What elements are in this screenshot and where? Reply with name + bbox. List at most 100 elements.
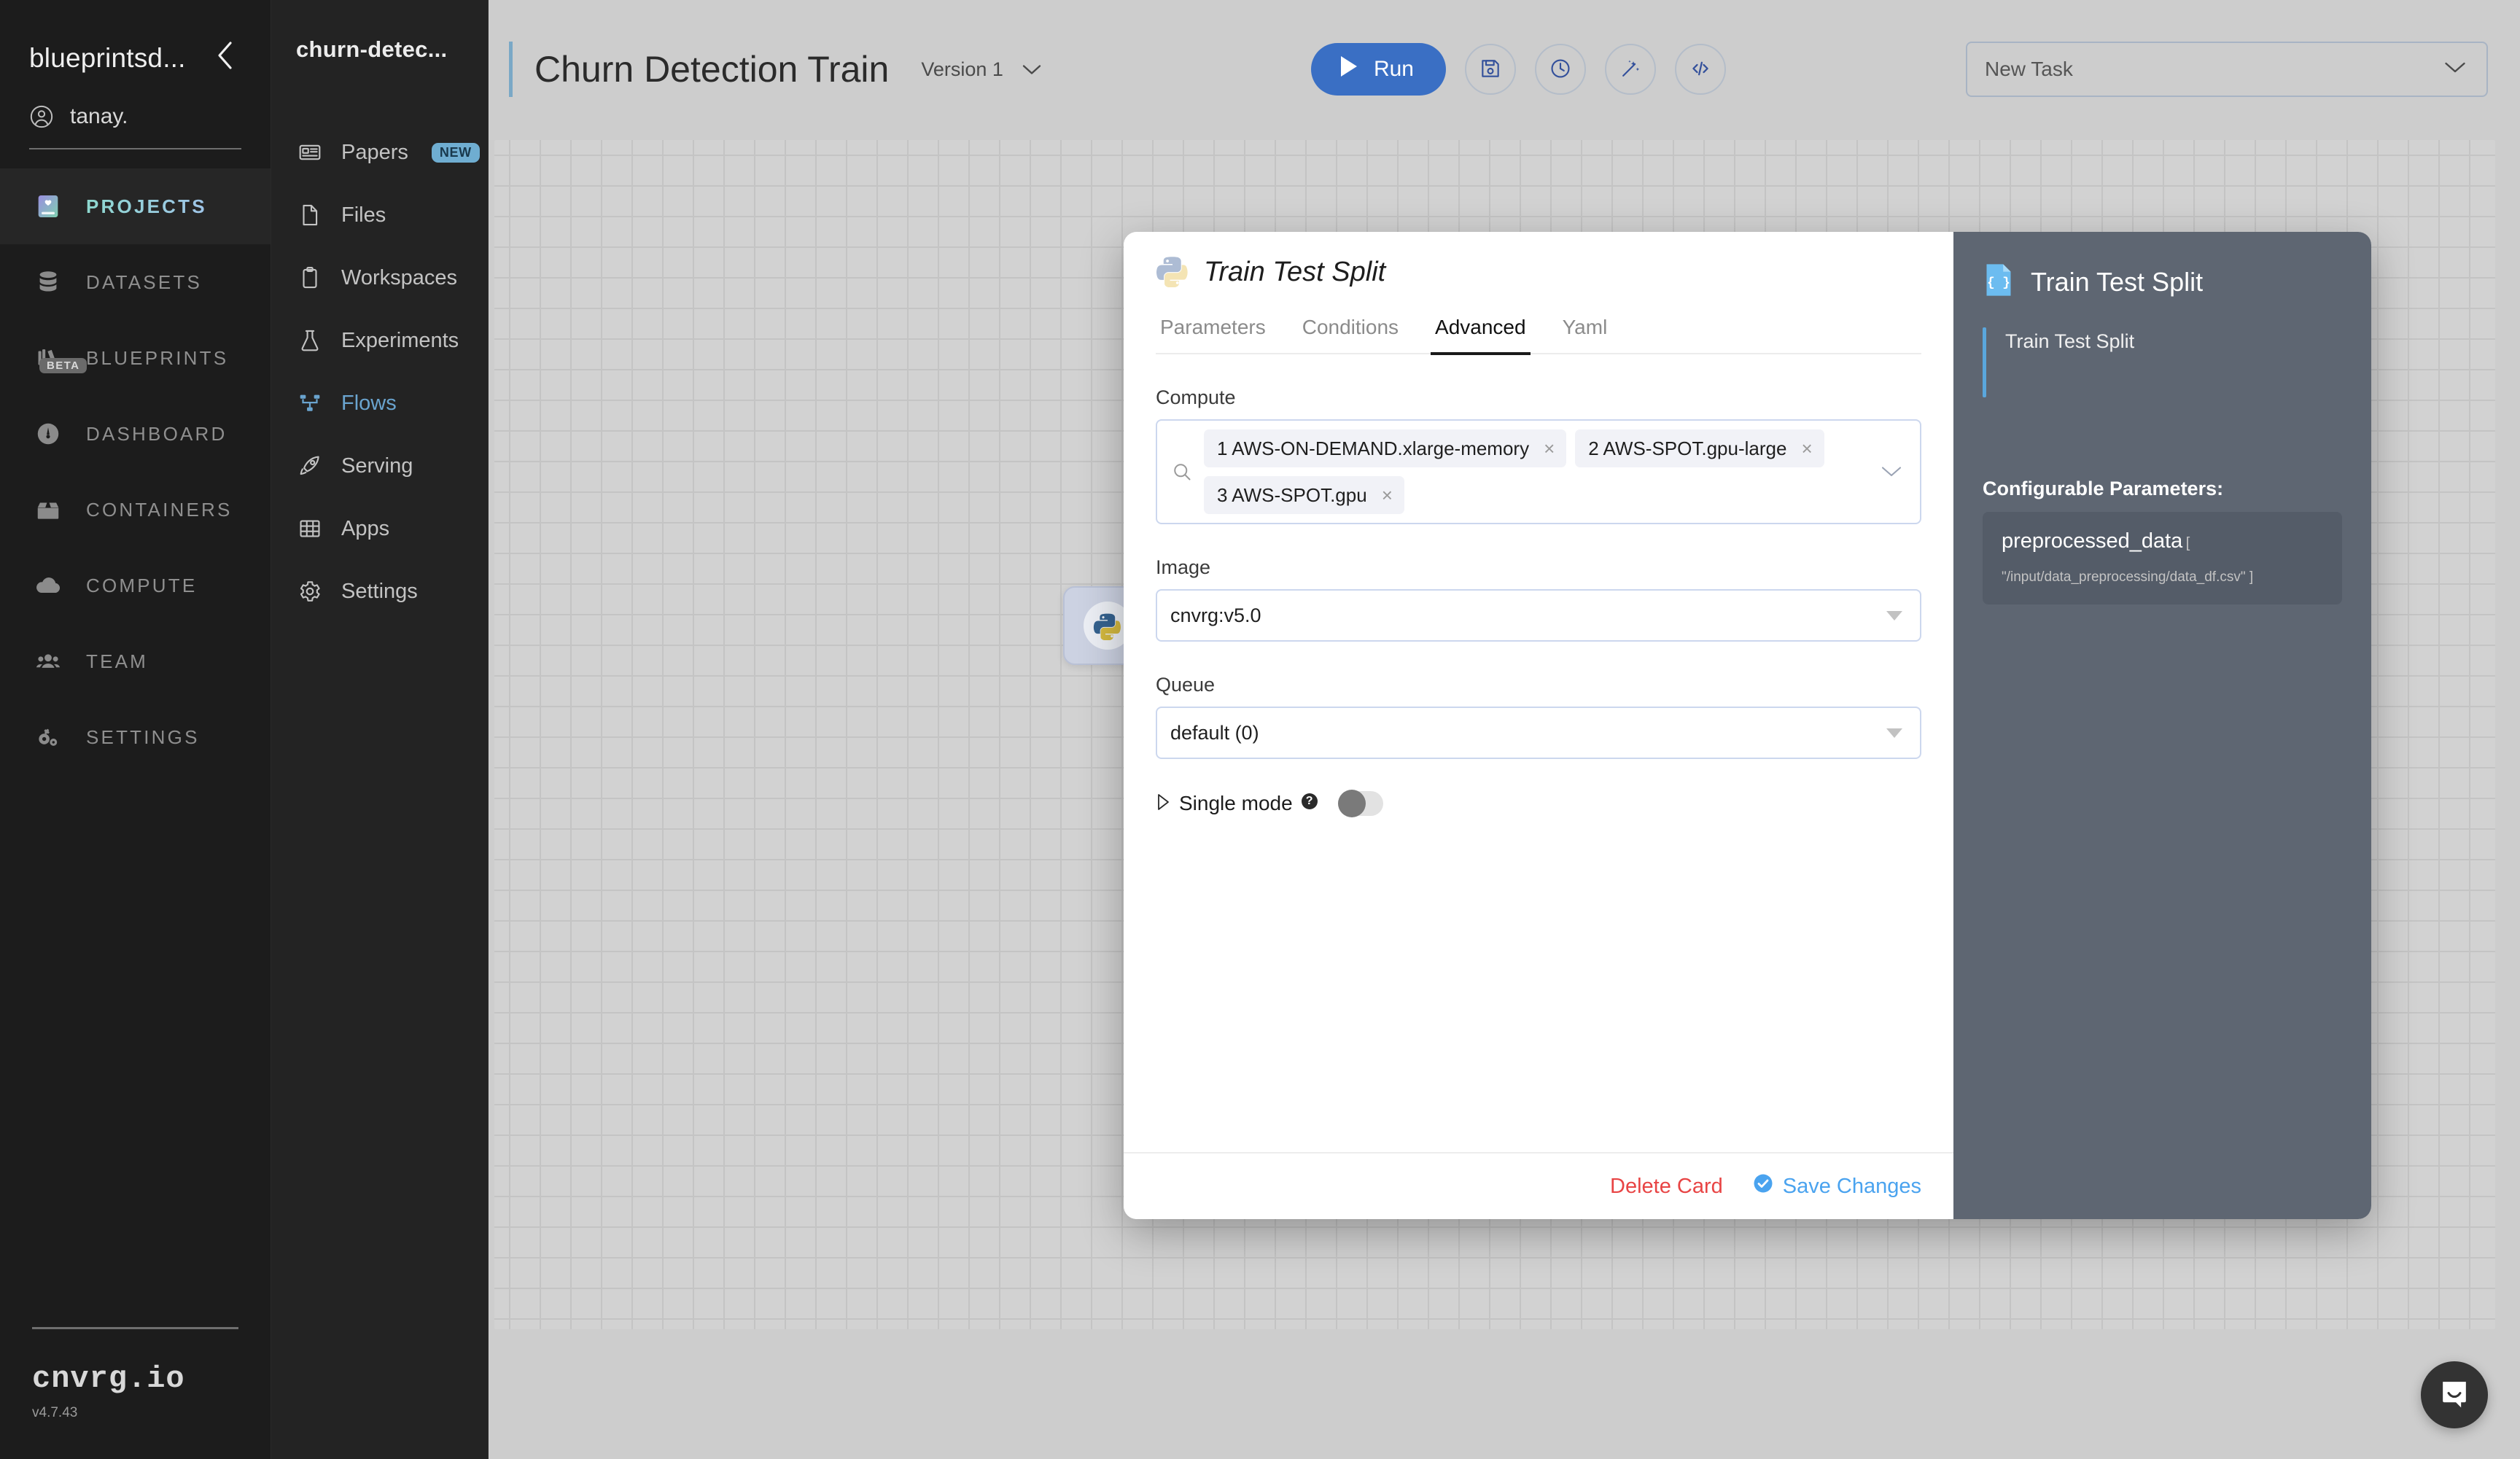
- close-icon[interactable]: ×: [1801, 437, 1812, 460]
- sidebar-item-label: Serving: [341, 454, 413, 478]
- grid-icon: [296, 515, 324, 542]
- chevron-down-icon: [1022, 64, 1041, 75]
- sidebar-item-label: CONTAINERS: [86, 498, 233, 521]
- code-button[interactable]: [1674, 44, 1726, 95]
- flask-icon: [296, 327, 324, 354]
- configurable-parameters-heading: Configurable Parameters:: [1983, 478, 2224, 499]
- version-selector[interactable]: Version 1: [921, 58, 1041, 81]
- sidebar-item-team[interactable]: TEAM: [0, 623, 271, 699]
- sidebar-item-serving[interactable]: Serving: [271, 435, 488, 497]
- compute-input[interactable]: 1 AWS-ON-DEMAND.xlarge-memory × 2 AWS-SP…: [1156, 419, 1921, 524]
- intercom-launcher[interactable]: [2421, 1361, 2488, 1428]
- close-icon[interactable]: ×: [1382, 484, 1393, 507]
- save-changes-button[interactable]: Save Changes: [1752, 1172, 1921, 1200]
- run-button[interactable]: Run: [1310, 43, 1446, 96]
- page-title: Churn Detection Train: [509, 42, 889, 97]
- history-button[interactable]: [1534, 44, 1586, 95]
- image-label: Image: [1156, 556, 1211, 578]
- app-root: blueprintsd... tanay. PROJECTS DATASETS …: [0, 0, 2520, 1459]
- org-name: blueprintsd...: [29, 42, 186, 73]
- tab-conditions[interactable]: Conditions: [1298, 307, 1403, 355]
- top-toolbar: Churn Detection Train Version 1 Run New …: [489, 0, 2520, 139]
- check-circle-icon: [1752, 1172, 1774, 1200]
- database-icon: [32, 266, 64, 298]
- chevron-left-glyph: [218, 42, 232, 69]
- compute-field: Compute 1 AWS-ON-DEMAND.xlarge-memory × …: [1156, 386, 1921, 524]
- user-row[interactable]: tanay.: [29, 104, 241, 149]
- cloud-icon: [32, 569, 64, 602]
- sidebar-item-label: TEAM: [86, 650, 149, 672]
- save-changes-label: Save Changes: [1782, 1174, 1921, 1198]
- python-icon: [1156, 254, 1189, 291]
- chevron-down-icon: [2444, 61, 2466, 77]
- modal-form-pane: Train Test Split Parameters Conditions A…: [1124, 232, 1953, 1219]
- queue-field: Queue default (0): [1156, 674, 1921, 759]
- sidebar-item-papers[interactable]: Papers NEW: [271, 121, 488, 184]
- magic-wand-button[interactable]: [1604, 44, 1656, 95]
- sidebar-item-projects[interactable]: PROJECTS: [0, 168, 271, 244]
- tab-parameters[interactable]: Parameters: [1156, 307, 1270, 355]
- tab-advanced[interactable]: Advanced: [1431, 307, 1531, 355]
- delete-card-button[interactable]: Delete Card: [1610, 1175, 1723, 1199]
- sidebar-item-label: DATASETS: [86, 271, 202, 293]
- sidebar-item-label: Workspaces: [341, 265, 458, 289]
- modal-title-row: Train Test Split: [1156, 254, 1921, 291]
- svg-text:{ }: { }: [1987, 276, 2010, 290]
- tab-yaml[interactable]: Yaml: [1558, 307, 1612, 355]
- global-nav: PROJECTS DATASETS BETA BLUEPRINTS DASHBO…: [0, 168, 271, 775]
- history-icon: [1549, 57, 1572, 82]
- new-task-value: New Task: [1985, 58, 2073, 80]
- file-icon: [296, 201, 324, 229]
- papers-icon: [296, 139, 324, 166]
- sidebar-item-project-settings[interactable]: Settings: [271, 560, 488, 623]
- close-icon[interactable]: ×: [1544, 437, 1555, 460]
- sidebar-item-dashboard[interactable]: DASHBOARD: [0, 396, 271, 472]
- sidebar-item-settings[interactable]: SETTINGS: [0, 699, 271, 775]
- modal-tabs: Parameters Conditions Advanced Yaml: [1156, 307, 1921, 355]
- toggle-knob: [1337, 790, 1366, 817]
- sidebar-item-blueprints[interactable]: BETA BLUEPRINTS: [0, 320, 271, 396]
- queue-value: default (0): [1170, 721, 1259, 744]
- info-accent-bar: [1983, 327, 1986, 397]
- compute-label: Compute: [1156, 386, 1236, 408]
- help-icon[interactable]: ?: [1301, 793, 1318, 809]
- project-sidebar: churn-detec... Papers NEW Files Workspac…: [271, 0, 489, 1459]
- sidebar-item-compute[interactable]: COMPUTE: [0, 548, 271, 623]
- rocket-icon: [296, 452, 324, 480]
- single-mode-toggle[interactable]: [1337, 790, 1383, 817]
- compute-chip-list: 1 AWS-ON-DEMAND.xlarge-memory × 2 AWS-SP…: [1204, 429, 1869, 514]
- param-bracket: [: [2185, 535, 2190, 551]
- triangle-right-icon[interactable]: [1156, 793, 1172, 815]
- save-button[interactable]: [1464, 44, 1516, 95]
- sidebar-item-datasets[interactable]: DATASETS: [0, 244, 271, 320]
- play-icon: [1339, 55, 1359, 84]
- compute-chip[interactable]: 2 AWS-SPOT.gpu-large ×: [1575, 429, 1824, 467]
- sidebar-item-apps[interactable]: Apps: [271, 497, 488, 560]
- sidebar-item-files[interactable]: Files: [271, 184, 488, 246]
- caret-down-icon: [1886, 728, 1902, 738]
- image-select[interactable]: cnvrg:v5.0: [1156, 589, 1921, 642]
- configurable-parameter-item: preprocessed_data [ "/input/data_preproc…: [1983, 512, 2342, 604]
- sidebar-item-containers[interactable]: CONTAINERS: [0, 472, 271, 548]
- sidebar-item-label: BLUEPRINTS: [86, 346, 229, 369]
- compute-chip[interactable]: 3 AWS-SPOT.gpu ×: [1204, 476, 1404, 514]
- code-icon: [1688, 57, 1713, 82]
- param-name-row: preprocessed_data [: [2002, 529, 2323, 553]
- flow-icon: [296, 389, 324, 417]
- sidebar-item-workspaces[interactable]: Workspaces: [271, 246, 488, 309]
- chevron-down-icon[interactable]: [1876, 466, 1907, 478]
- new-task-select[interactable]: New Task: [1966, 42, 2488, 97]
- chevron-left-icon[interactable]: [209, 39, 241, 77]
- action-toolbar: Run: [1310, 43, 1726, 96]
- image-value: cnvrg:v5.0: [1170, 604, 1261, 626]
- flow-title: Churn Detection Train: [534, 49, 890, 90]
- queue-select[interactable]: default (0): [1156, 707, 1921, 759]
- sidebar-item-experiments[interactable]: Experiments: [271, 309, 488, 372]
- compute-chip[interactable]: 1 AWS-ON-DEMAND.xlarge-memory ×: [1204, 429, 1567, 467]
- param-name: preprocessed_data: [2002, 529, 2183, 553]
- single-mode-row: Single mode ?: [1156, 790, 1921, 817]
- info-description-block: Train Test Split: [1983, 327, 2342, 397]
- sidebar-item-label: Experiments: [341, 328, 459, 352]
- sidebar-item-flows[interactable]: Flows: [271, 372, 488, 435]
- single-mode-label-group[interactable]: Single mode ?: [1156, 792, 1318, 815]
